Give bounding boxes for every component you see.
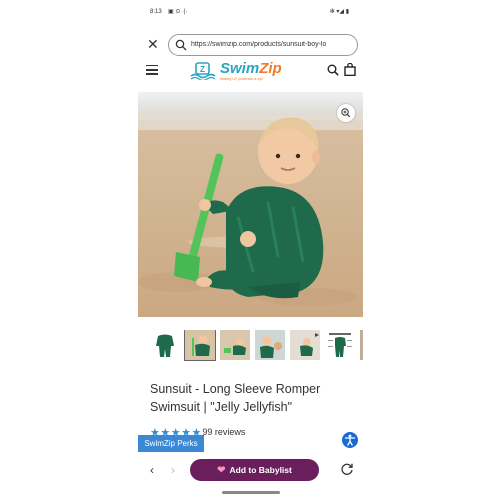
browser-url-bar: ✕ https://swimzip.com/products/sunsuit-b… bbox=[138, 33, 363, 57]
thumbnail-4[interactable] bbox=[255, 330, 285, 360]
add-to-babylist-label: Add to Babylist bbox=[229, 465, 292, 475]
logo-wave-icon: Z bbox=[190, 62, 216, 80]
thumbnail-7[interactable] bbox=[360, 330, 363, 360]
bottom-toolbar: ‹ › ❤ Add to Babylist bbox=[138, 456, 363, 484]
thumbnail-1[interactable] bbox=[150, 330, 180, 360]
thumbnail-5-video[interactable] bbox=[290, 330, 320, 360]
status-right-icons: ✻ ▾◢ ▮ bbox=[329, 9, 349, 15]
heart-icon: ❤ bbox=[217, 464, 226, 476]
thumbnail-3[interactable] bbox=[220, 330, 250, 360]
cart-bag-icon[interactable] bbox=[344, 63, 356, 76]
site-header: Z SwimZip Making UV protection a zip! bbox=[138, 57, 363, 85]
site-search-icon[interactable] bbox=[327, 64, 339, 76]
close-icon[interactable]: ✕ bbox=[147, 37, 159, 51]
status-bar: 8:13 ▣ ⊙ ·|· ✻ ▾◢ ▮ bbox=[138, 6, 363, 20]
baby-on-beach-photo bbox=[138, 92, 363, 317]
back-arrow-icon[interactable]: ‹ bbox=[150, 463, 154, 477]
thumbnail-6[interactable] bbox=[325, 330, 355, 360]
thumbnail-strip bbox=[150, 330, 363, 362]
product-title: Sunsuit - Long Sleeve Romper Swimsuit | … bbox=[150, 382, 321, 414]
thumbnail-2[interactable] bbox=[184, 330, 216, 361]
url-text: https://swimzip.com/products/sunsuit-boy… bbox=[191, 41, 327, 48]
product-hero-image[interactable] bbox=[138, 92, 363, 317]
forward-arrow-icon[interactable]: › bbox=[171, 463, 175, 477]
search-icon bbox=[175, 39, 187, 51]
zoom-in-icon bbox=[341, 108, 351, 118]
gesture-nav-bar[interactable] bbox=[222, 491, 280, 494]
site-logo[interactable]: Z SwimZip Making UV protection a zip! bbox=[190, 60, 298, 84]
reviews-count: 99 reviews bbox=[202, 427, 246, 437]
menu-icon[interactable] bbox=[146, 65, 158, 75]
accessibility-button[interactable] bbox=[342, 432, 358, 448]
perks-button[interactable]: SwimZip Perks bbox=[138, 435, 204, 452]
phone-screen: 8:13 ▣ ⊙ ·|· ✻ ▾◢ ▮ ✕ https://swimzip.co… bbox=[138, 0, 363, 500]
refresh-icon[interactable] bbox=[340, 462, 354, 476]
add-to-babylist-button[interactable]: ❤ Add to Babylist bbox=[190, 459, 319, 481]
logo-tagline: Making UV protection a zip! bbox=[220, 77, 263, 81]
status-time: 8:13 bbox=[150, 9, 162, 15]
logo-text: SwimZip bbox=[220, 60, 282, 77]
accessibility-icon bbox=[344, 434, 356, 446]
zoom-button[interactable] bbox=[337, 104, 355, 122]
status-left-icons: ▣ ⊙ ·|· bbox=[168, 9, 188, 15]
url-field[interactable]: https://swimzip.com/products/sunsuit-boy… bbox=[168, 34, 358, 56]
svg-text:Z: Z bbox=[200, 65, 205, 74]
